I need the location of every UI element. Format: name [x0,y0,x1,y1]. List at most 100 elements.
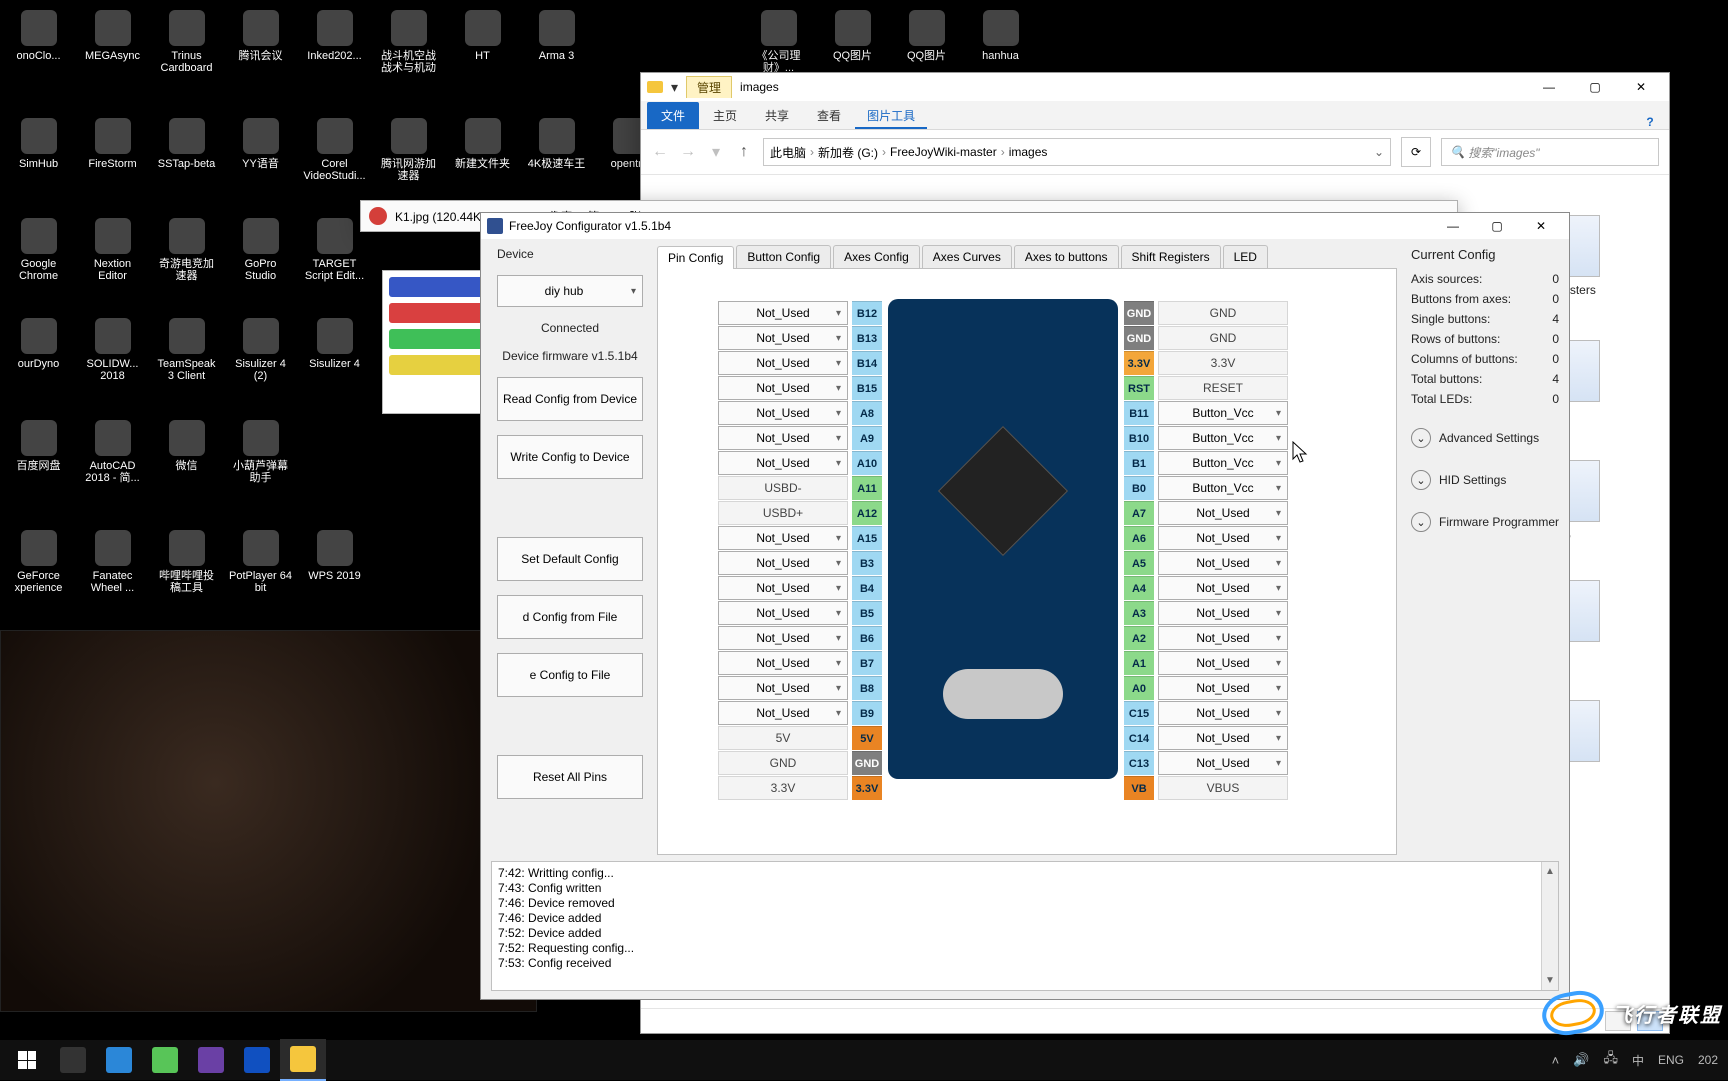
desktop-icon[interactable]: onoClo... [6,10,71,62]
pin-select[interactable]: Not_Used [718,676,848,700]
pin-select[interactable]: Not_Used [718,701,848,725]
taskbar-app[interactable] [188,1040,234,1080]
pin-select[interactable]: Not_Used [718,301,848,325]
write-config-button[interactable]: Write Config to Device [497,435,643,479]
explorer-help-icon[interactable]: ? [1639,115,1669,129]
explorer-menu-home[interactable]: 主页 [699,102,751,129]
desktop-icon[interactable]: Trinus Cardboard [154,10,219,74]
desktop-icon[interactable]: 腾讯会议 [228,10,293,62]
desktop-icon[interactable]: Fanatec Wheel ... [80,530,145,594]
pin-select[interactable]: Not_Used [718,426,848,450]
freejoy-minimize[interactable]: — [1431,215,1475,237]
desktop-icon[interactable]: PotPlayer 64 bit [228,530,293,594]
pin-select[interactable]: Not_Used [718,376,848,400]
save-config-button[interactable]: e Config to File [497,653,643,697]
pin-select[interactable]: Not_Used [718,651,848,675]
taskbar-app-explorer[interactable] [280,1039,326,1081]
pin-select[interactable]: Not_Used [718,626,848,650]
explorer-menu-share[interactable]: 共享 [751,102,803,129]
device-name-select[interactable]: diy hub [497,275,643,307]
advanced-settings-expander[interactable]: ⌄ Advanced Settings [1411,428,1559,448]
taskbar-app[interactable] [234,1040,280,1080]
pin-select[interactable]: Not_Used [1158,651,1288,675]
ime-lang[interactable]: ENG [1658,1053,1684,1067]
reset-pins-button[interactable]: Reset All Pins [497,755,643,799]
desktop-icon[interactable]: Nextion Editor [80,218,145,282]
taskbar-app[interactable] [142,1040,188,1080]
pin-select[interactable]: Not_Used [1158,701,1288,725]
desktop-icon[interactable]: 4K极速车王 [524,118,589,170]
tray-volume-icon[interactable]: 🔊 [1573,1052,1589,1068]
explorer-maximize[interactable]: ▢ [1573,76,1617,98]
pin-select[interactable]: Not_Used [1158,576,1288,600]
pin-select[interactable]: Not_Used [718,526,848,550]
desktop-icon[interactable]: 战斗机空战战术与机动 [376,10,441,74]
desktop-icon[interactable]: 新建文件夹 [450,118,515,170]
desktop-icon[interactable]: Arma 3 [524,10,589,62]
tab-button-config[interactable]: Button Config [736,245,831,268]
pin-select[interactable]: Not_Used [1158,751,1288,775]
taskbar-app[interactable] [50,1040,96,1080]
breadcrumb-part[interactable]: FreeJoyWiki-master [890,145,997,159]
desktop-icon[interactable]: Corel VideoStudi... [302,118,367,182]
tab-axes-curves[interactable]: Axes Curves [922,245,1012,268]
breadcrumb-part[interactable]: 此电脑 [770,144,806,161]
desktop-icon[interactable]: GeForce xperience [6,530,71,594]
pin-select[interactable]: Not_Used [1158,626,1288,650]
desktop-icon[interactable]: SSTap-beta [154,118,219,170]
refresh-button[interactable]: ⟳ [1401,137,1431,167]
load-config-button[interactable]: d Config from File [497,595,643,639]
desktop-icon[interactable]: ourDyno [6,318,71,370]
desktop-icon[interactable]: HT [450,10,515,62]
start-button[interactable] [4,1040,50,1080]
firmware-programmer-expander[interactable]: ⌄ Firmware Programmer [1411,512,1559,532]
desktop-icon[interactable]: 奇游电竞加速器 [154,218,219,282]
desktop-icon[interactable]: Google Chrome [6,218,71,282]
pin-select[interactable]: Not_Used [1158,726,1288,750]
freejoy-maximize[interactable]: ▢ [1475,215,1519,237]
nav-up-icon[interactable]: ↑ [735,143,753,161]
desktop-icon[interactable]: 百度网盘 [6,420,71,472]
scrollbar[interactable]: ▲▼ [1541,862,1558,990]
explorer-ribbon-context[interactable]: 管理 [686,76,732,98]
tray-network-icon[interactable]: 🖧 [1603,1049,1618,1071]
freejoy-titlebar[interactable]: FreeJoy Configurator v1.5.1b4 — ▢ ✕ [481,213,1569,239]
pin-select[interactable]: Not_Used [1158,526,1288,550]
desktop-icon[interactable]: QQ图片 [894,10,959,62]
pin-select[interactable]: Button_Vcc [1158,426,1288,450]
desktop-icon[interactable]: SOLIDW... 2018 [80,318,145,382]
pin-select[interactable]: Not_Used [1158,551,1288,575]
explorer-minimize[interactable]: — [1527,76,1571,98]
desktop-icon[interactable]: GoPro Studio [228,218,293,282]
desktop-icon[interactable]: 微信 [154,420,219,472]
pin-select[interactable]: Button_Vcc [1158,451,1288,475]
freejoy-close[interactable]: ✕ [1519,215,1563,237]
desktop-icon[interactable]: 腾讯网游加速器 [376,118,441,182]
read-config-button[interactable]: Read Config from Device [497,377,643,421]
desktop-icon[interactable]: QQ图片 [820,10,885,62]
set-default-button[interactable]: Set Default Config [497,537,643,581]
tab-shift-registers[interactable]: Shift Registers [1121,245,1221,268]
explorer-search-input[interactable]: 🔍 搜索"images" [1441,138,1659,166]
desktop-icon[interactable]: Inked202... [302,10,367,62]
explorer-menu-view[interactable]: 查看 [803,102,855,129]
address-bar[interactable]: 此电脑› 新加卷 (G:)› FreeJoyWiki-master› image… [763,138,1391,166]
pin-select[interactable]: Not_Used [718,401,848,425]
pin-select[interactable]: Not_Used [1158,501,1288,525]
chevron-down-icon[interactable]: ⌄ [1374,145,1384,159]
pin-select[interactable]: Not_Used [718,351,848,375]
desktop-icon[interactable]: FireStorm [80,118,145,170]
tray-up-icon[interactable]: ˄ [1552,1053,1560,1068]
desktop-icon[interactable]: TARGET Script Edit... [302,218,367,282]
pin-select[interactable]: Not_Used [1158,676,1288,700]
nav-recent-icon[interactable]: ▾ [707,142,725,162]
tab-pin-config[interactable]: Pin Config [657,246,734,269]
desktop-icon[interactable]: 《公司理财》... [746,10,811,74]
pin-select[interactable]: Not_Used [718,576,848,600]
pin-select[interactable]: Not_Used [718,326,848,350]
desktop-icon[interactable]: TeamSpeak 3 Client [154,318,219,382]
pin-select[interactable]: Button_Vcc [1158,476,1288,500]
nav-forward-icon[interactable]: → [679,143,697,161]
pin-select[interactable]: Not_Used [1158,601,1288,625]
ime-indicator[interactable]: 中 [1632,1052,1644,1069]
